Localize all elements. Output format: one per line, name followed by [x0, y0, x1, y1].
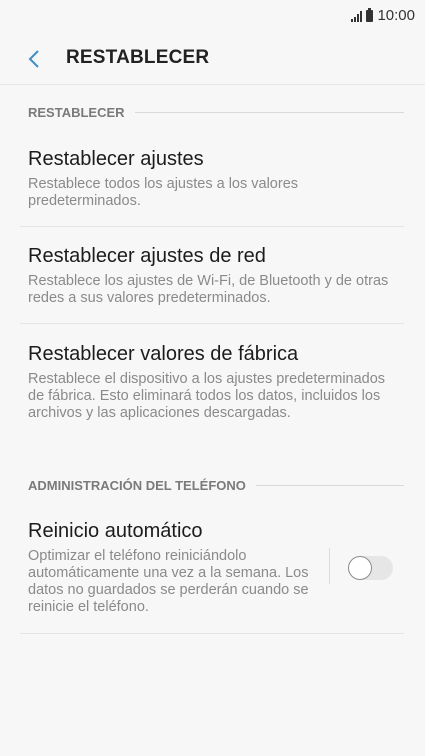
- item-title: Restablecer ajustes de red: [28, 245, 266, 267]
- auto-restart-item[interactable]: Reinicio automático Optimizar el teléfon…: [28, 519, 315, 616]
- toggle-knob: [348, 556, 372, 580]
- reset-network-settings-item[interactable]: Restablecer ajustes de red Restablece lo…: [28, 244, 404, 307]
- signal-icon: [351, 10, 363, 22]
- list-divider: [20, 633, 404, 634]
- status-bar: 10:00: [0, 0, 425, 34]
- item-title: Restablecer valores de fábrica: [28, 343, 299, 365]
- section-divider: [134, 112, 404, 113]
- list-divider: [20, 323, 404, 324]
- item-description: Restablece los ajustes de Wi-Fi, de Blue…: [28, 273, 389, 306]
- section-header-administracion: ADMINISTRACIÓN DEL TELÉFONO: [28, 478, 404, 493]
- item-description: Restablece el dispositivo a los ajustes …: [28, 371, 386, 421]
- section-header-restablecer: RESTABLECER: [28, 105, 404, 120]
- section-label: ADMINISTRACIÓN DEL TELÉFONO: [28, 478, 246, 493]
- section-label: RESTABLECER: [28, 105, 125, 120]
- item-description: Restablece todos los ajustes a los valor…: [28, 176, 299, 209]
- item-title: Restablecer ajustes: [28, 148, 204, 170]
- status-indicators: 10:00: [351, 7, 415, 24]
- factory-reset-item[interactable]: Restablecer valores de fábrica Restablec…: [28, 342, 404, 422]
- reset-settings-item[interactable]: Restablecer ajustes Restablece todos los…: [28, 147, 404, 210]
- list-divider: [20, 226, 404, 227]
- page-title: RESTABLECER: [66, 47, 210, 68]
- app-bar: RESTABLECER: [0, 34, 425, 85]
- toggle-separator: [329, 548, 330, 584]
- section-divider: [255, 485, 404, 486]
- item-description: Optimizar el teléfono reiniciándolo auto…: [28, 548, 309, 615]
- back-arrow-icon[interactable]: [22, 47, 46, 71]
- battery-icon: [366, 7, 374, 22]
- auto-restart-toggle[interactable]: [348, 556, 393, 580]
- status-time: 10:00: [377, 7, 415, 24]
- item-title: Reinicio automático: [28, 520, 203, 542]
